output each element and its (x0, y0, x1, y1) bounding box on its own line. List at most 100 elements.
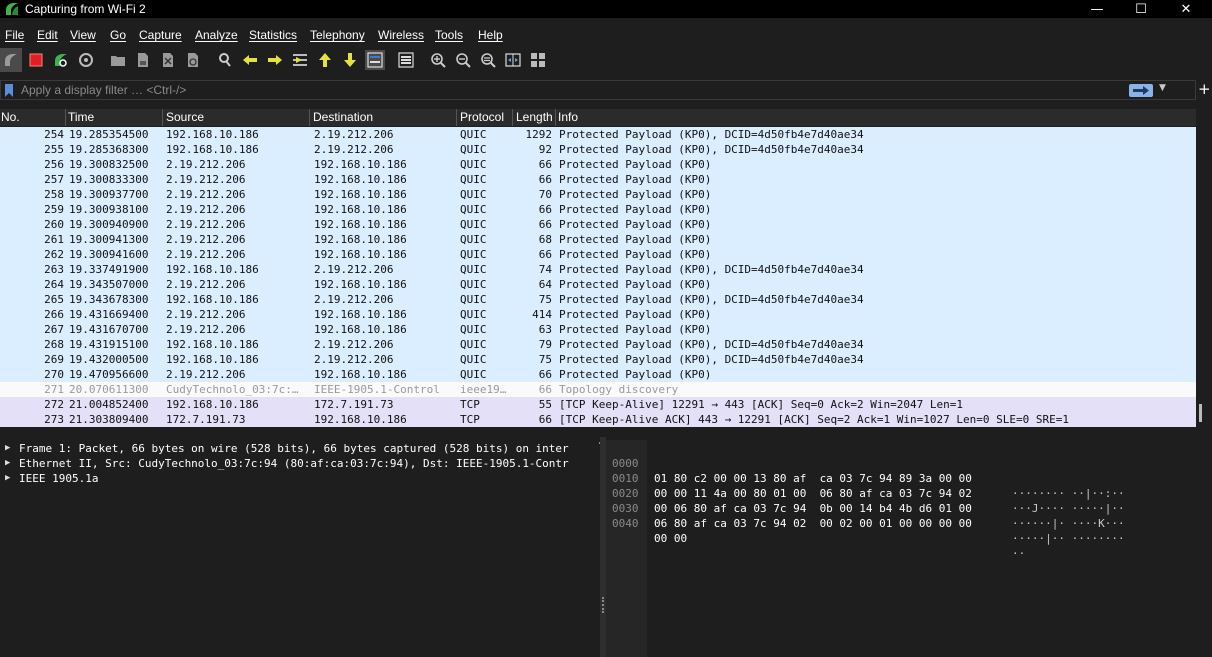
menu-view[interactable]: View (70, 28, 96, 42)
go-to-packet-icon[interactable] (290, 50, 310, 70)
packet-cell-proto: QUIC (460, 173, 487, 186)
menu-help[interactable]: Help (478, 28, 503, 42)
packet-row[interactable]: 254 19.285354500 192.168.10.186 2.19.212.20… (0, 127, 1196, 142)
packet-list-scrollbar[interactable] (1197, 109, 1212, 427)
packet-row[interactable]: 260 19.300940900 2.19.212.206 192.168.10.18… (0, 217, 1196, 232)
packet-row[interactable]: 266 19.431669400 2.19.212.206 192.168.10.18… (0, 307, 1196, 322)
packet-cell-len: 66 (538, 203, 552, 216)
packet-cell-src: 2.19.212.206 (166, 323, 246, 336)
go-forward-icon[interactable] (265, 50, 285, 70)
detail-row-frame[interactable]: ▶ Frame 1: Packet, 66 bytes on wire (528… (0, 441, 599, 456)
column-header-destination[interactable]: Destination (313, 110, 373, 124)
packet-cell-src: 192.168.10.186 (166, 353, 259, 366)
packet-row[interactable]: 262 19.300941600 2.19.212.206 192.168.10.18… (0, 247, 1196, 262)
stop-capture-icon[interactable] (26, 50, 46, 70)
normal-size-icon[interactable] (478, 50, 498, 70)
packet-list-scroll-thumb[interactable] (1199, 404, 1202, 422)
packet-cell-info: [TCP Keep-Alive] 12291 → 443 [ACK] Seq=0… (559, 398, 963, 411)
maximize-button[interactable]: ☐ (1118, 0, 1164, 18)
column-header-info[interactable]: Info (558, 110, 578, 124)
open-file-icon[interactable] (108, 50, 128, 70)
column-header-protocol[interactable]: Protocol (460, 110, 504, 124)
detail-row-ieee1905[interactable]: ▶ IEEE 1905.1a (0, 471, 599, 486)
menu-statistics[interactable]: Statistics (249, 28, 297, 42)
packet-row[interactable]: 267 19.431670700 2.19.212.206 192.168.10.18… (0, 322, 1196, 337)
column-header-length[interactable]: Length (516, 110, 553, 124)
packet-row[interactable]: 259 19.300938100 2.19.212.206 192.168.10.18… (0, 202, 1196, 217)
packet-cell-len: 1292 (525, 128, 553, 141)
packet-row[interactable]: 255 19.285368300 192.168.10.186 2.19.212.20… (0, 142, 1196, 157)
close-button[interactable]: ✕ (1163, 0, 1209, 18)
layout-icon[interactable] (528, 50, 548, 70)
expand-arrow-icon[interactable]: ▶ (5, 456, 10, 471)
packet-row[interactable]: 264 19.343507000 2.19.212.206 192.168.10.18… (0, 277, 1196, 292)
display-filter-bar: ▼ (0, 80, 1196, 100)
packet-cell-proto: ieee19… (460, 383, 507, 396)
packet-row[interactable]: 256 19.300832500 2.19.212.206 192.168.10.18… (0, 157, 1196, 172)
detail-row-ethernet[interactable]: ▶ Ethernet II, Src: CudyTechnolo_03:7c:9… (0, 456, 599, 471)
packet-row[interactable]: 271 20.070611300 CudyTechnolo_03:7c:… IEEE-… (0, 382, 1196, 397)
packet-row[interactable]: 261 19.300941300 2.19.212.206 192.168.10.18… (0, 232, 1196, 247)
packet-cell-len: 66 (538, 158, 552, 171)
auto-scroll-icon[interactable] (365, 50, 385, 70)
packet-cell-len: 64 (538, 278, 552, 291)
save-file-icon[interactable] (133, 50, 153, 70)
close-file-icon[interactable] (158, 50, 178, 70)
go-back-icon[interactable] (240, 50, 260, 70)
start-capture-icon[interactable] (0, 48, 22, 72)
packet-cell-src: 192.168.10.186 (166, 128, 259, 141)
expand-arrow-icon[interactable]: ▶ (5, 471, 10, 486)
packet-row[interactable]: 265 19.343678300 192.168.10.186 2.19.212.20… (0, 292, 1196, 307)
packet-row[interactable]: 263 19.337491900 192.168.10.186 2.19.212.20… (0, 262, 1196, 277)
packet-cell-dst: 192.168.10.186 (314, 218, 407, 231)
packet-row[interactable]: 270 19.470956600 2.19.212.206 192.168.10.18… (0, 367, 1196, 382)
packet-cell-proto: QUIC (460, 128, 487, 141)
menu-edit[interactable]: Edit (37, 28, 58, 42)
packet-cell-no: 263 (44, 263, 64, 276)
restart-capture-icon[interactable] (51, 50, 71, 70)
resize-columns-icon[interactable] (503, 50, 523, 70)
packet-cell-proto: QUIC (460, 323, 487, 336)
column-header-no[interactable]: No. (1, 110, 20, 124)
filter-dropdown-icon[interactable]: ▼ (1159, 83, 1166, 93)
splitter-grip-icon[interactable] (602, 597, 604, 613)
packet-row[interactable]: 272 21.004852400 192.168.10.186 172.7.191.7… (0, 397, 1196, 412)
menu-analyze[interactable]: Analyze (195, 28, 238, 42)
first-packet-icon[interactable] (315, 50, 335, 70)
display-filter-input[interactable] (21, 81, 1121, 99)
apply-filter-icon[interactable] (1129, 84, 1153, 97)
column-header-source[interactable]: Source (166, 110, 204, 124)
column-header-time[interactable]: Time (68, 110, 94, 124)
filter-bookmark-icon[interactable] (5, 84, 13, 97)
bytes-row[interactable]: 0040 00 00 ·· (606, 501, 1025, 560)
menu-telephony[interactable]: Telephony (310, 28, 365, 42)
bytes-row[interactable]: 0010 00 00 11 4a 00 80 01 00 06 80 af ca… (606, 456, 1125, 515)
menu-wireless[interactable]: Wireless (378, 28, 424, 42)
packet-cell-proto: QUIC (460, 308, 487, 321)
minimize-button[interactable]: — (1074, 0, 1120, 18)
bytes-row[interactable]: 0030 06 80 af ca 03 7c 94 02 00 02 00 01… (606, 486, 1125, 545)
packet-row[interactable]: 273 21.303809400 172.7.191.73 192.168.10.18… (0, 412, 1196, 427)
colorize-icon[interactable] (396, 50, 416, 70)
find-packet-icon[interactable] (215, 50, 235, 70)
add-filter-button-icon[interactable]: + (1198, 80, 1212, 100)
packet-row[interactable]: 257 19.300833300 2.19.212.206 192.168.10.18… (0, 172, 1196, 187)
packet-cell-info: Protected Payload (KP0) (559, 203, 712, 216)
packet-row[interactable]: 269 19.432000500 192.168.10.186 2.19.212.20… (0, 352, 1196, 367)
bytes-row[interactable]: 0020 00 06 80 af ca 03 7c 94 0b 00 14 b4… (606, 471, 1125, 530)
packet-cell-dst: 2.19.212.206 (314, 263, 394, 276)
packet-row[interactable]: 258 19.300937700 2.19.212.206 192.168.10.18… (0, 187, 1196, 202)
packet-cell-time: 19.300938100 (69, 203, 149, 216)
menu-go[interactable]: Go (110, 28, 126, 42)
zoom-out-icon[interactable] (453, 50, 473, 70)
zoom-in-icon[interactable] (428, 50, 448, 70)
expand-arrow-icon[interactable]: ▶ (5, 441, 10, 456)
last-packet-icon[interactable] (340, 50, 360, 70)
menu-file[interactable]: File (5, 28, 24, 42)
packet-row[interactable]: 268 19.431915100 192.168.10.186 2.19.212.20… (0, 337, 1196, 352)
bytes-row[interactable]: 0000 01 80 c2 00 00 13 80 af ca 03 7c 94… (606, 441, 1125, 500)
menu-capture[interactable]: Capture (139, 28, 182, 42)
menu-tools[interactable]: Tools (435, 28, 463, 42)
reload-file-icon[interactable] (183, 50, 203, 70)
capture-options-icon[interactable] (76, 50, 96, 70)
